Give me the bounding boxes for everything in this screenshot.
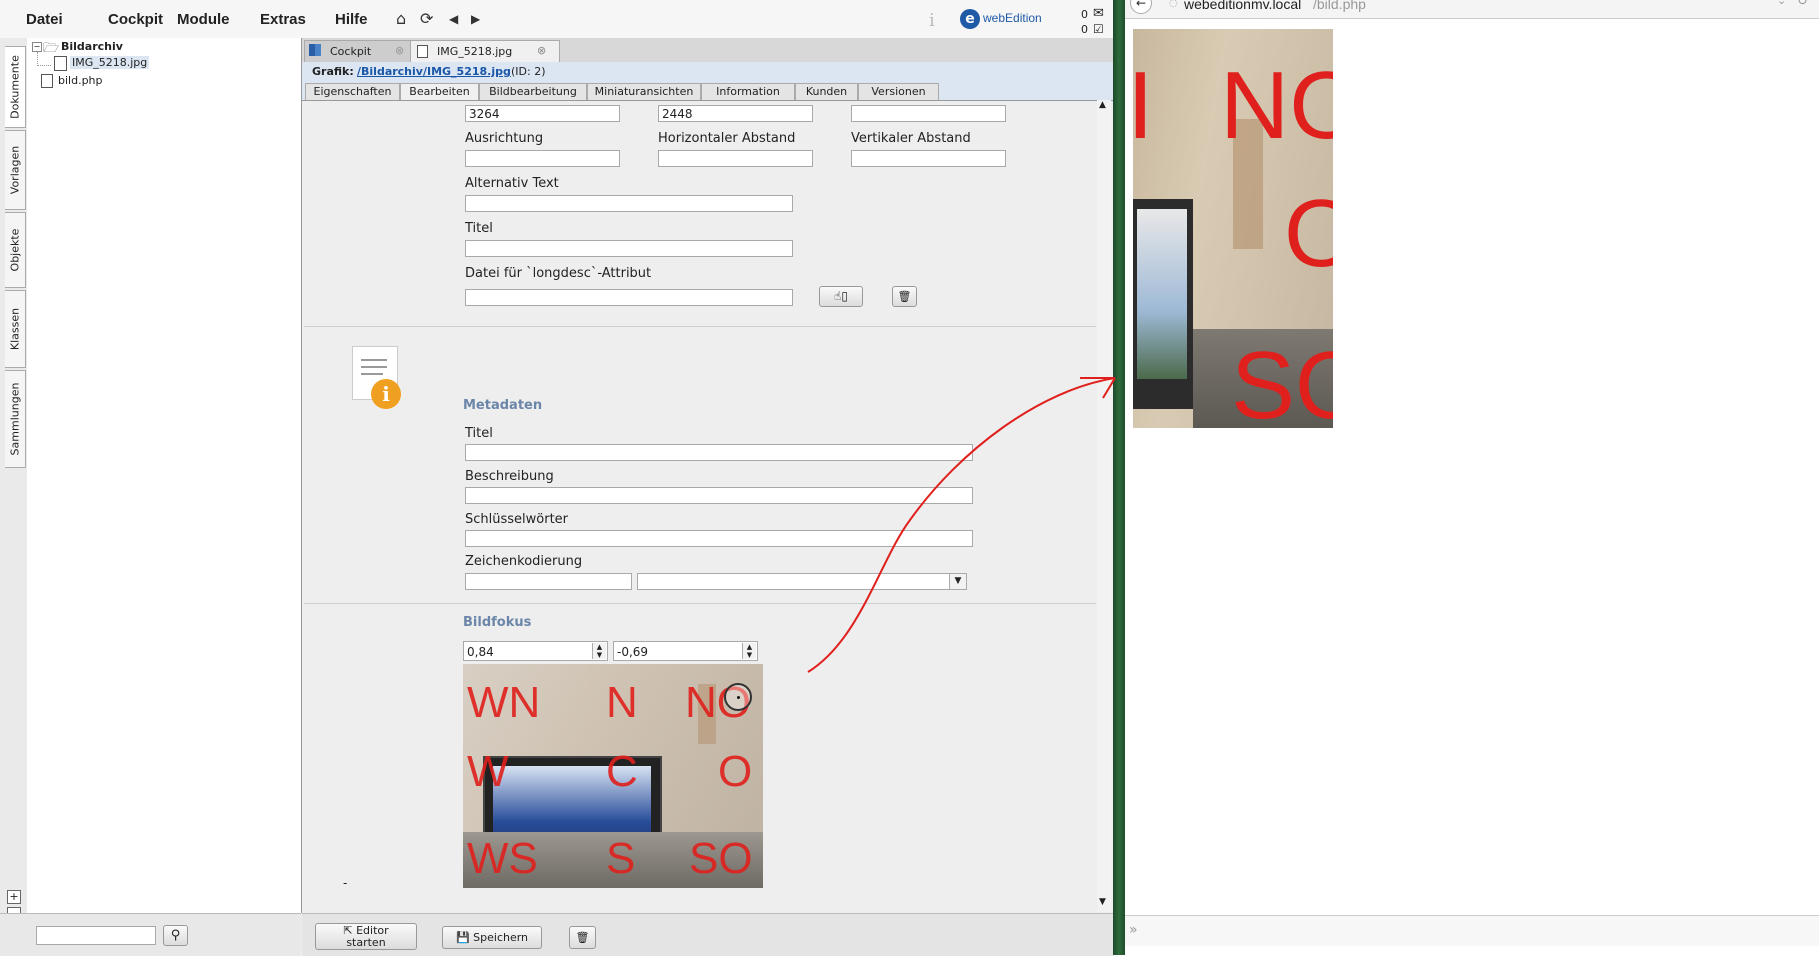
annotation-arrow [807,377,1116,673]
